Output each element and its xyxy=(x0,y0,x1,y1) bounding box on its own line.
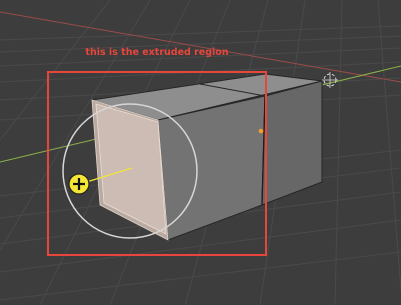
mesh-object[interactable] xyxy=(91,73,323,241)
plus-circle-icon[interactable] xyxy=(68,173,90,195)
selected-face[interactable] xyxy=(95,103,167,235)
object-origin-icon xyxy=(258,128,264,134)
3d-viewport[interactable]: this is the extruded region xyxy=(0,0,401,305)
annotation-label: this is the extruded region xyxy=(85,47,229,58)
viewport-canvas[interactable] xyxy=(0,0,401,305)
mesh-front-face[interactable] xyxy=(157,95,266,241)
mesh-right-face[interactable] xyxy=(261,80,323,206)
3d-cursor-icon[interactable] xyxy=(322,72,338,88)
